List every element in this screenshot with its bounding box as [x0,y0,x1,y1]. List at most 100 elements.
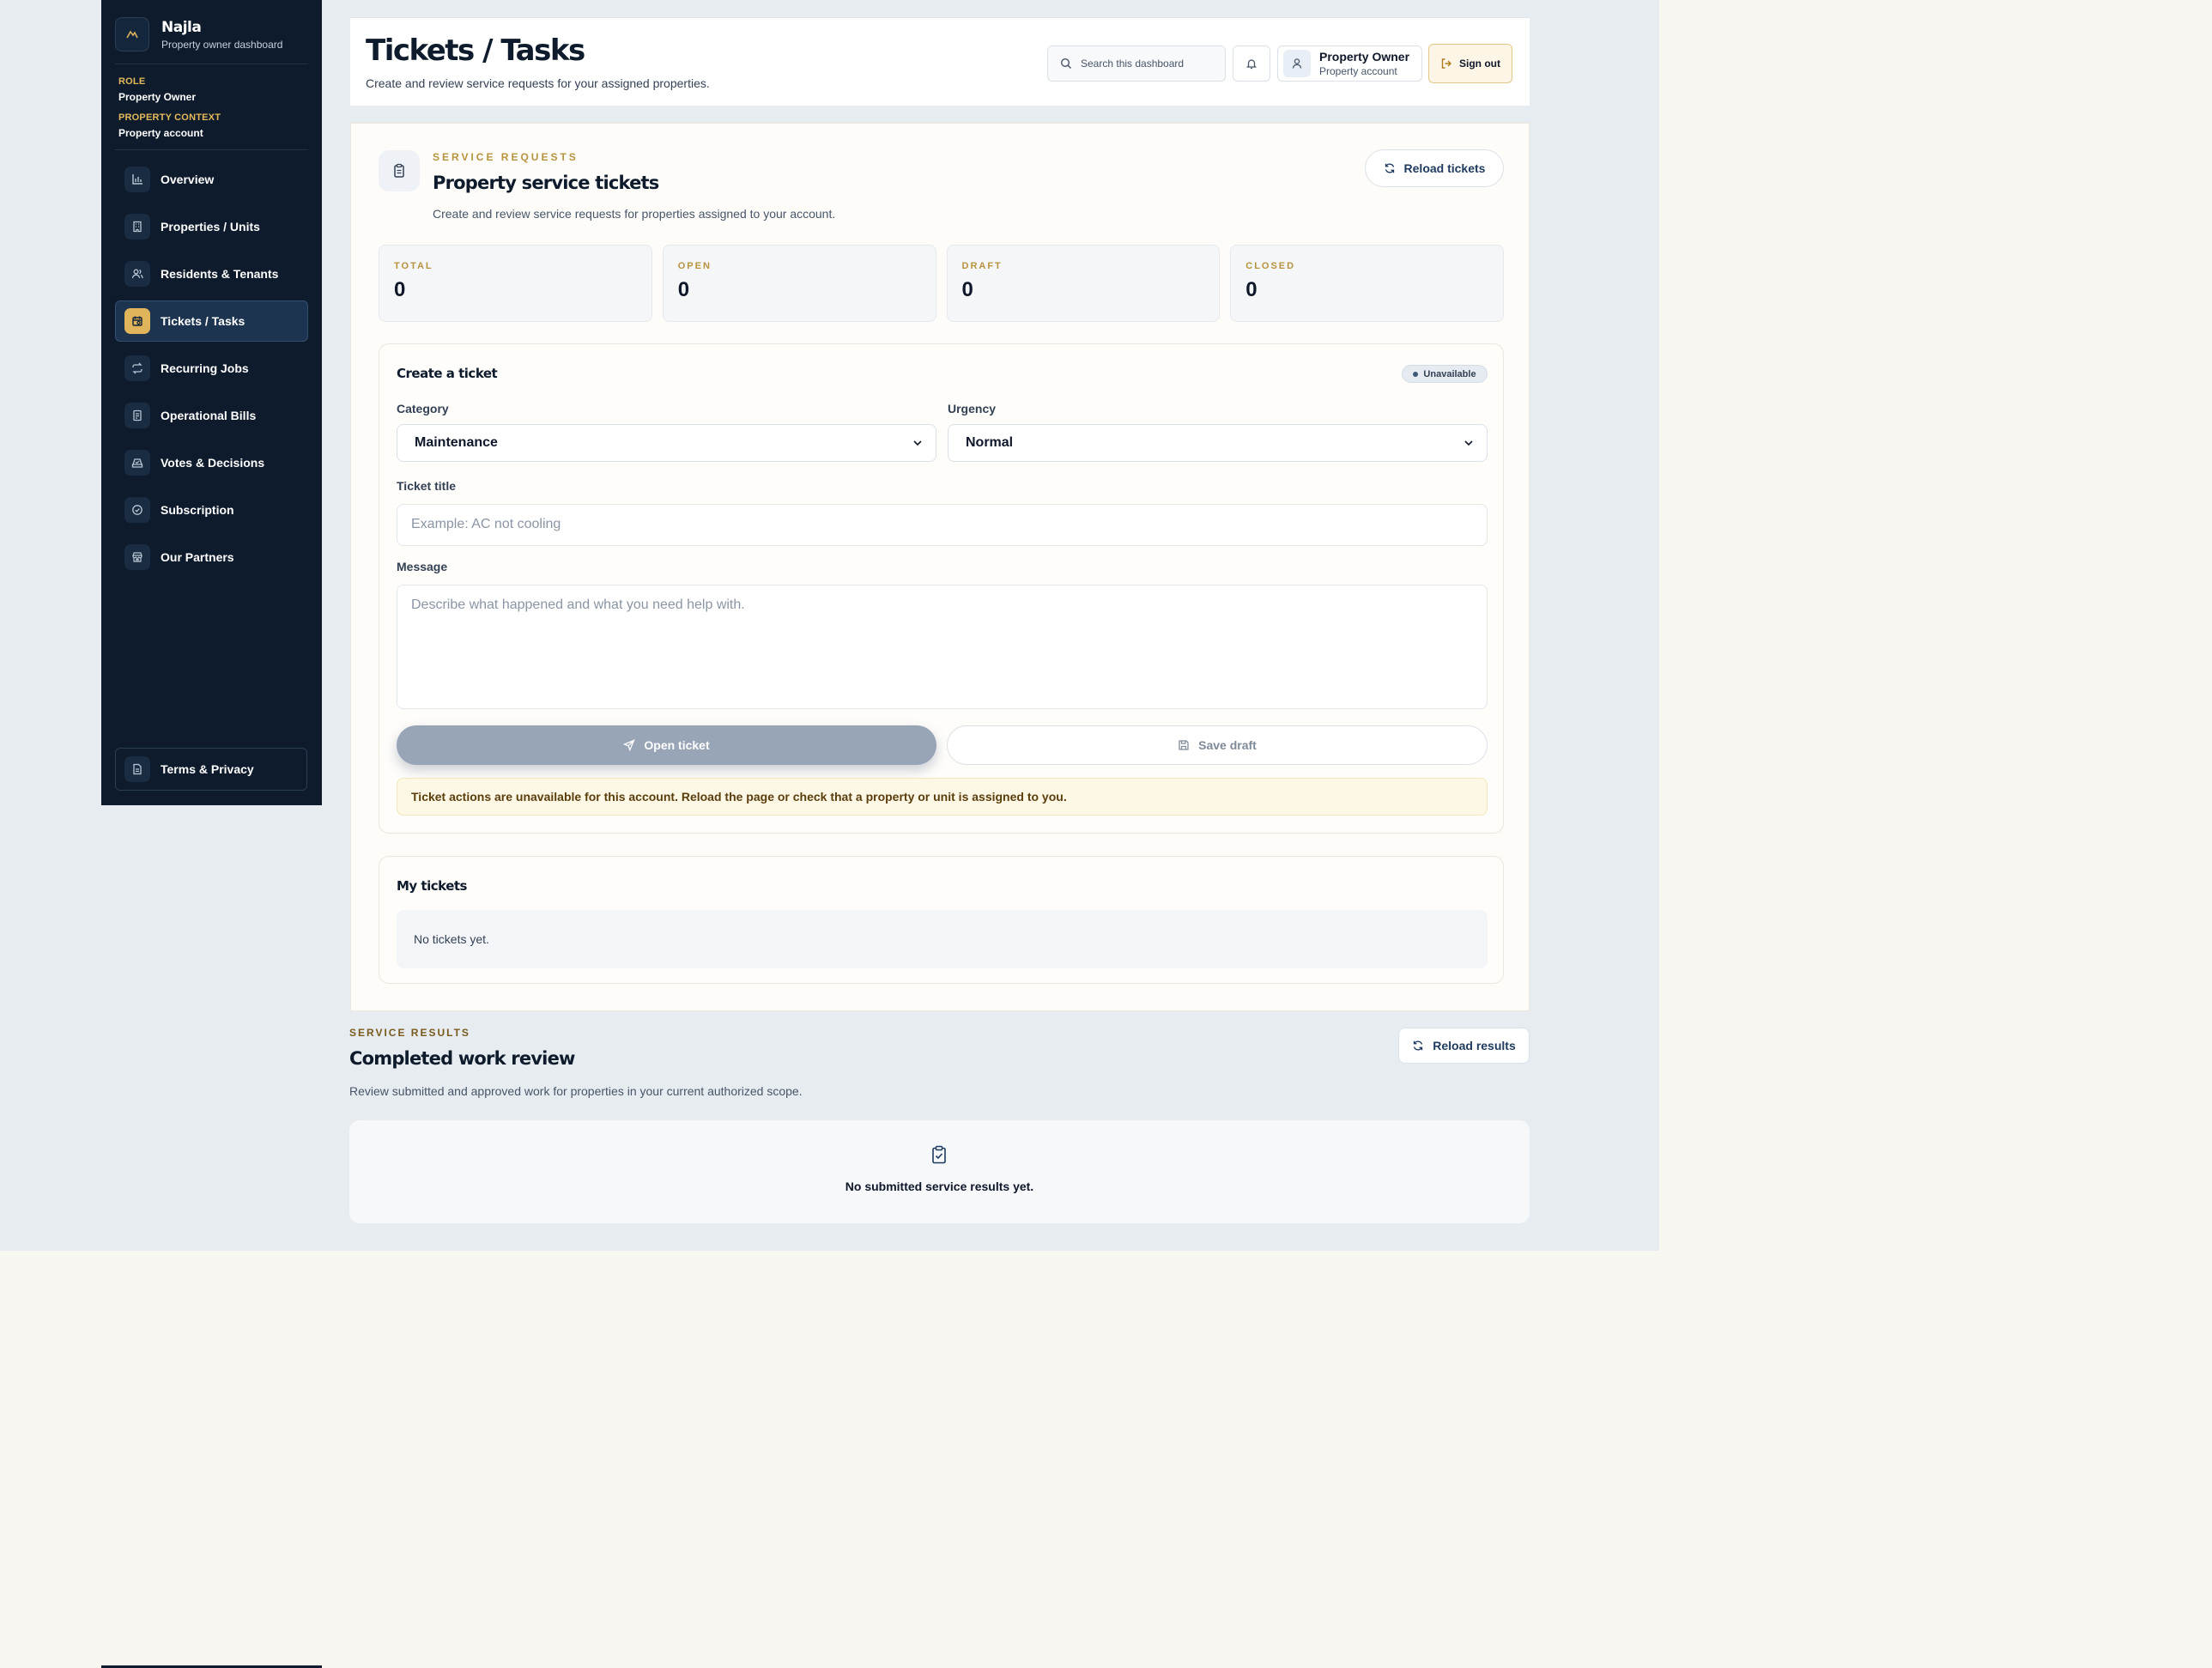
bell-icon [1245,58,1258,70]
sidebar-item-votes[interactable]: Votes & Decisions [115,442,308,483]
category-value: Maintenance [415,435,498,450]
message-placeholder: Describe what happened and what you need… [411,597,745,612]
stat-total: TOTAL 0 [379,245,652,322]
brand-logo-icon [115,17,149,52]
clipboard-check-icon [931,1145,947,1164]
clipboard-icon [379,150,420,191]
results-title: Completed work review [349,1048,575,1069]
search-input[interactable]: Search this dashboard [1047,45,1226,82]
save-draft-label: Save draft [1198,738,1257,752]
property-context-label: PROPERTY CONTEXT [118,112,221,123]
section-eyebrow: SERVICE REQUESTS [433,151,579,163]
sidebar: Najla Property owner dashboard ROLE Prop… [101,0,322,805]
my-tickets-empty: No tickets yet. [397,910,1488,968]
page-title: Tickets / Tasks [366,33,585,68]
search-icon [1060,58,1072,70]
sidebar-item-residents[interactable]: Residents & Tenants [115,253,308,294]
sidebar-item-label: Subscription [161,503,234,517]
sidebar-item-label: Recurring Jobs [161,361,249,375]
ticket-title-placeholder: Example: AC not cooling [411,517,561,531]
ticket-stats: TOTAL 0 OPEN 0 DRAFT 0 CLOSED 0 [379,245,1504,322]
urgency-select[interactable]: Normal [948,424,1488,462]
refresh-icon [1412,1040,1424,1052]
badge-check-icon [124,497,150,523]
save-draft-button[interactable]: Save draft [947,725,1488,765]
property-context-value: Property account [118,127,203,139]
reload-results-label: Reload results [1433,1039,1516,1052]
terms-label: Terms & Privacy [161,762,254,776]
notifications-button[interactable] [1233,45,1270,82]
brand-subtitle: Property owner dashboard [161,38,283,51]
stat-label: CLOSED [1245,261,1296,271]
account-context: ROLE Property Owner PROPERTY CONTEXT Pro… [115,64,308,150]
sign-out-button[interactable]: Sign out [1428,44,1512,83]
urgency-value: Normal [966,435,1014,450]
sidebar-item-subscription[interactable]: Subscription [115,489,308,531]
results-eyebrow: SERVICE RESULTS [349,1027,470,1039]
sidebar-item-overview[interactable]: Overview [115,159,308,200]
stat-label: TOTAL [394,261,433,271]
results-subtitle: Review submitted and approved work for p… [349,1084,803,1098]
refresh-icon [1384,162,1396,174]
results-empty-state: No submitted service results yet. [349,1120,1530,1223]
reload-results-button[interactable]: Reload results [1398,1028,1530,1064]
sidebar-item-partners[interactable]: Our Partners [115,537,308,578]
sidebar-item-operational-bills[interactable]: Operational Bills [115,395,308,436]
stat-value: 0 [677,278,690,301]
section-title: Property service tickets [433,173,659,193]
sidebar-item-tickets[interactable]: Tickets / Tasks [115,300,308,342]
user-name: Property Owner [1319,50,1410,64]
chevron-down-icon [912,437,924,449]
page-subtitle: Create and review service requests for y… [366,76,710,90]
message-textarea[interactable]: Describe what happened and what you need… [397,585,1488,709]
sidebar-item-label: Properties / Units [161,220,260,234]
ticket-icon [124,308,150,334]
message-label: Message [397,560,448,573]
my-tickets-title: My tickets [397,878,467,894]
sidebar-item-properties[interactable]: Properties / Units [115,206,308,247]
open-ticket-button[interactable]: Open ticket [397,725,936,765]
service-requests-panel: SERVICE REQUESTS Property service ticket… [350,123,1530,1011]
stat-open: OPEN 0 [662,245,936,322]
open-ticket-label: Open ticket [644,738,710,752]
sidebar-item-label: Tickets / Tasks [161,314,245,328]
role-label: ROLE [118,76,146,87]
stat-value: 0 [1245,278,1258,301]
ticket-title-input[interactable]: Example: AC not cooling [397,504,1488,546]
sidebar-item-label: Our Partners [161,550,234,564]
sidebar-nav: Overview Properties / Units Residents & … [115,159,308,578]
sign-out-label: Sign out [1459,58,1500,70]
building-icon [124,214,150,240]
terms-privacy-link[interactable]: Terms & Privacy [115,748,307,791]
user-role: Property account [1319,65,1397,77]
category-select[interactable]: Maintenance [397,424,936,462]
stat-value: 0 [961,278,973,301]
receipt-icon [124,403,150,428]
role-value: Property Owner [118,91,197,103]
sign-out-icon [1440,58,1452,70]
reload-tickets-label: Reload tickets [1403,161,1486,175]
brand: Najla Property owner dashboard [115,17,308,64]
stat-label: DRAFT [961,261,1003,271]
sidebar-item-label: Operational Bills [161,409,257,422]
sidebar-item-label: Residents & Tenants [161,267,279,281]
warning-text: Ticket actions are unavailable for this … [411,790,1067,804]
document-icon [124,756,150,782]
urgency-label: Urgency [948,402,997,415]
user-menu[interactable]: Property Owner Property account [1277,45,1422,82]
user-avatar-icon [1283,50,1311,77]
status-badge-label: Unavailable [1423,368,1476,379]
sidebar-item-recurring-jobs[interactable]: Recurring Jobs [115,348,308,389]
reload-tickets-button[interactable]: Reload tickets [1365,149,1504,187]
create-ticket-title: Create a ticket [397,366,498,381]
send-icon [623,739,636,751]
ticket-title-label: Ticket title [397,479,456,493]
unavailable-warning: Ticket actions are unavailable for this … [397,778,1488,816]
category-label: Category [397,402,449,415]
stat-value: 0 [394,278,406,301]
empty-text: No tickets yet. [414,932,489,946]
chevron-down-icon [1463,437,1475,449]
results-empty-text: No submitted service results yet. [845,1180,1034,1193]
stat-draft: DRAFT 0 [946,245,1221,322]
store-icon [124,544,150,570]
